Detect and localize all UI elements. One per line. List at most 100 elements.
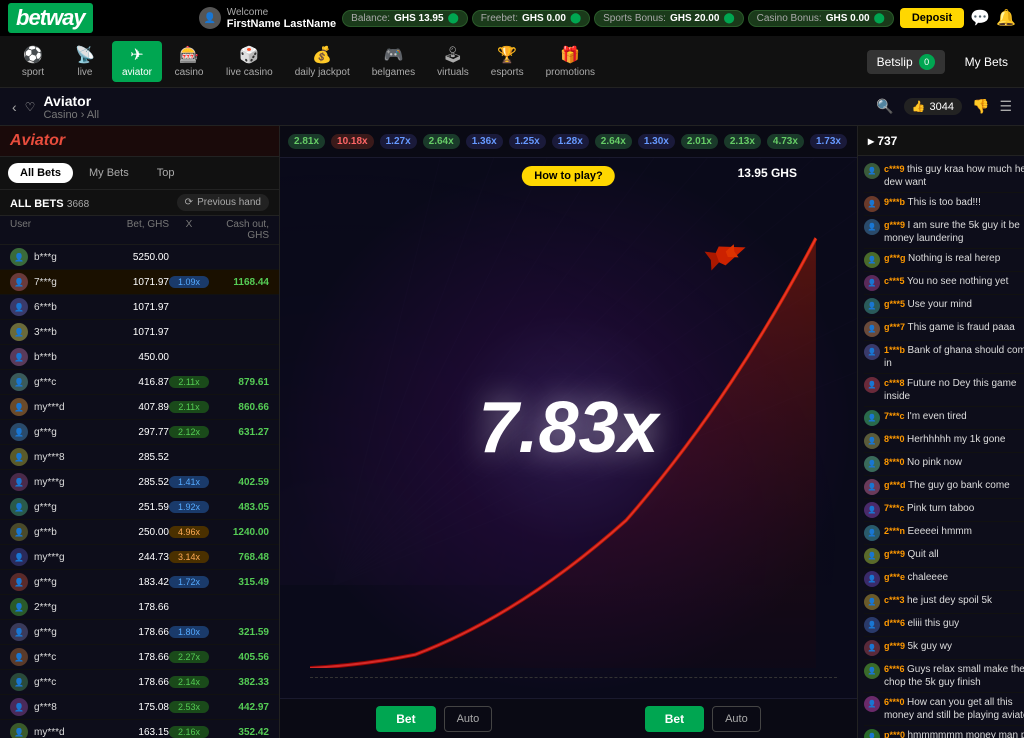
main-layout: Aviator All Bets My Bets Top ALL BETS 36…	[0, 126, 1024, 738]
bet-username: b***g	[34, 252, 104, 263]
betslip-badge[interactable]: Betslip 0	[867, 50, 945, 74]
sport-nav-live-casino[interactable]: 🎲 live casino	[216, 41, 283, 82]
chat-username: g***9	[884, 220, 908, 230]
tab-all-bets[interactable]: All Bets	[8, 163, 73, 183]
avatar: 👤	[10, 548, 28, 566]
game-title: Aviator	[43, 93, 99, 109]
prev-hand-label: Previous hand	[197, 197, 261, 208]
avatar: 👤	[864, 729, 880, 738]
thumbs-down-icon[interactable]: 👎	[972, 98, 989, 115]
how-to-play-button[interactable]: How to play?	[522, 166, 614, 186]
chat-username: 7***c	[884, 411, 907, 421]
esports-label: esports	[491, 67, 524, 78]
bet-button-left[interactable]: Bet	[376, 706, 435, 732]
aviator-logo: Aviator	[10, 132, 65, 150]
multiplier-chip: 2.81x	[288, 134, 325, 149]
bet-amount: 285.52	[104, 477, 169, 488]
sport-nav-sport[interactable]: ⚽ sport	[8, 41, 58, 82]
notifications-icon[interactable]: 🔔	[996, 8, 1016, 28]
breadcrumb-path: Casino › All	[43, 109, 99, 121]
avatar: 👤	[864, 525, 880, 541]
all-bets-info: ALL BETS 3668 ⟳ Previous hand	[0, 190, 279, 216]
messages-icon[interactable]: 💬	[970, 8, 990, 28]
sports-bonus-pill: Sports Bonus: GHS 20.00 ⬤	[594, 10, 744, 27]
sport-nav-virtuals[interactable]: 🕹 virtuals	[427, 41, 479, 82]
chat-username: 8***0	[884, 434, 907, 444]
chat-username: g***g	[884, 253, 908, 263]
sport-nav-belgames[interactable]: 🎮 belgames	[362, 41, 425, 82]
list-item: 👤g***9 Quit all👍	[864, 545, 1024, 568]
all-bets-label: ALL BETS	[10, 198, 64, 210]
chat-username: c***5	[884, 276, 907, 286]
bet-cashout: 1168.44	[209, 277, 269, 288]
bet-cashout: 321.59	[209, 627, 269, 638]
sport-nav-casino[interactable]: 🎰 casino	[164, 41, 214, 82]
sport-nav-live[interactable]: 📡 live	[60, 41, 110, 82]
sport-nav-jackpot[interactable]: 💰 daily jackpot	[285, 41, 360, 82]
avatar: 👤	[10, 273, 28, 291]
sport-label: sport	[22, 67, 44, 78]
bet-multiplier: 1.41x	[169, 476, 209, 488]
bet-multiplier	[169, 356, 209, 358]
chat-content: g***9 5k guy wy	[884, 640, 1024, 653]
chat-content: g***g Nothing is real herep	[884, 252, 1024, 265]
prev-hand-button[interactable]: ⟳ Previous hand	[177, 194, 269, 211]
list-item: 👤d***6 eliii this guy👍	[864, 614, 1024, 637]
bet-amount: 450.00	[104, 352, 169, 363]
back-arrow-icon[interactable]: ‹	[12, 99, 17, 115]
multiplier-chip: 1.36x	[466, 134, 503, 149]
bet-multiplier	[169, 306, 209, 308]
avatar: 👤	[864, 196, 880, 212]
sport-nav-promotions[interactable]: 🎁 promotions	[536, 41, 605, 82]
deposit-button[interactable]: Deposit	[900, 8, 964, 28]
avatar: 👤	[10, 573, 28, 591]
game-canvas: How to play? 13.95 GHS 7.83x	[280, 158, 857, 698]
freebet-amount: GHS 0.00	[522, 13, 566, 24]
casino-bonus-pill: Casino Bonus: GHS 0.00 ⬤	[748, 10, 894, 27]
sport-nav-esports[interactable]: 🏆 esports	[481, 41, 534, 82]
list-item: 👤g***e chaleeee👍	[864, 568, 1024, 591]
bet-amount: 416.87	[104, 377, 169, 388]
betslip-area: Betslip 0 My Bets	[867, 50, 1016, 74]
table-row: 👤my***g285.521.41x402.59	[0, 470, 279, 495]
avatar: 👤	[10, 523, 28, 541]
my-bets-button[interactable]: My Bets	[957, 51, 1016, 73]
auto-button-left[interactable]: Auto	[444, 706, 493, 732]
jackpot-label: daily jackpot	[295, 67, 350, 78]
avatar: 👤	[864, 377, 880, 393]
chat-content: 7***c I'm even tired	[884, 410, 1024, 423]
bets-count: 3668	[67, 199, 89, 210]
chat-content: 1***b Bank of ghana should come in	[884, 344, 1024, 370]
bet-username: 3***b	[34, 327, 104, 338]
avatar: 👤	[864, 433, 880, 449]
chat-content: g***5 Use your mind	[884, 298, 1024, 311]
avatar: 👤	[864, 344, 880, 360]
tab-my-bets[interactable]: My Bets	[77, 163, 141, 183]
table-row: 👤b***g5250.00	[0, 245, 279, 270]
tab-top[interactable]: Top	[145, 163, 187, 183]
sport-nav-aviator[interactable]: ✈ aviator	[112, 41, 162, 82]
breadcrumb-icons: 🔍 👍 3044 👎 ☰	[876, 98, 1012, 115]
avatar: 👤	[10, 498, 28, 516]
favorite-icon[interactable]: ♡	[25, 100, 36, 114]
multiplier-chip: 1.27x	[380, 134, 417, 149]
avatar: 👤	[10, 298, 28, 316]
bet-amount: 244.73	[104, 552, 169, 563]
bet-multiplier: 2.14x	[169, 676, 209, 688]
search-icon[interactable]: 🔍	[876, 98, 893, 115]
bet-button-right[interactable]: Bet	[645, 706, 704, 732]
list-item: 👤c***8 Future no Dey this game inside👍 1	[864, 374, 1024, 407]
bets-list: 👤b***g5250.00👤7***g1071.971.09x1168.44👤6…	[0, 245, 279, 738]
chat-username: g***9	[884, 549, 908, 559]
list-item: 👤c***3 he just dey spoil 5k👍	[864, 591, 1024, 614]
bet-username: g***c	[34, 652, 104, 663]
list-item: 👤6***6 Guys relax small make them chop t…	[864, 660, 1024, 693]
bet-control-right: Bet Auto	[645, 706, 761, 732]
avatar: 👤	[864, 594, 880, 610]
big-multiplier: 7.83x	[478, 387, 658, 469]
menu-icon[interactable]: ☰	[999, 98, 1012, 115]
chat-text: Herhhhhh my 1k gone	[907, 434, 1005, 445]
avatar: 👤	[10, 248, 28, 266]
auto-button-right[interactable]: Auto	[712, 706, 761, 732]
list-item: 👤p***0 hmmmmmm money man plz stop plz st…	[864, 726, 1024, 738]
